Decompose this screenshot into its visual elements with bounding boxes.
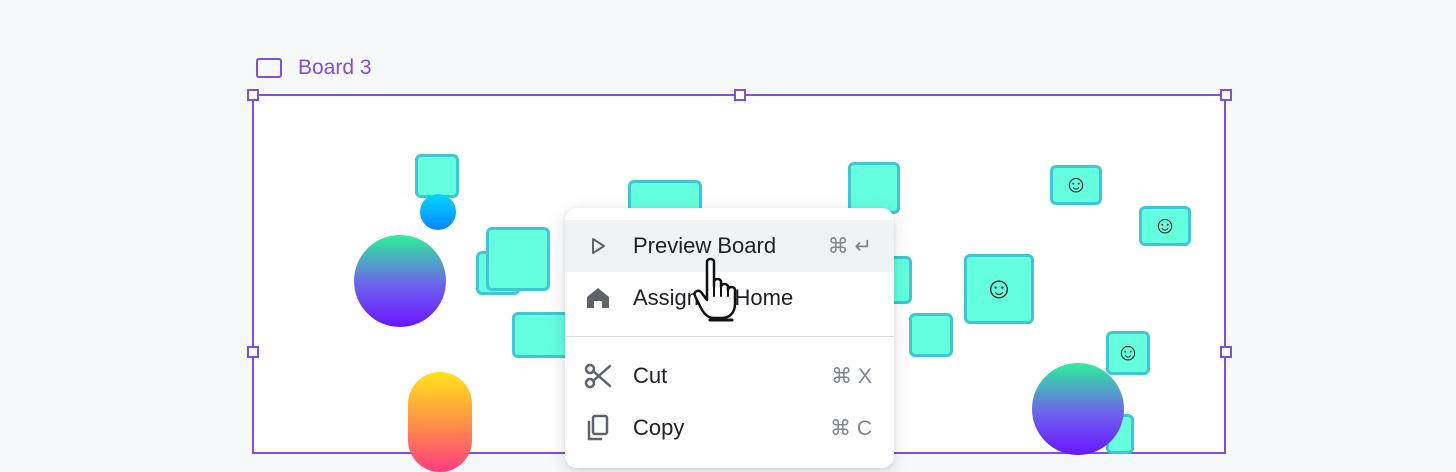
menu-item-label: Cut bbox=[633, 363, 668, 388]
scissors-icon bbox=[583, 361, 613, 391]
hand-pointer-icon bbox=[692, 256, 740, 324]
menu-item-shortcut: ⌘ ↵ bbox=[827, 234, 872, 258]
frame-icon bbox=[256, 58, 282, 78]
board-title[interactable]: Board 3 bbox=[256, 54, 372, 82]
smiley-icon: ☺ bbox=[983, 272, 1015, 305]
gradient-circle[interactable] bbox=[1032, 363, 1124, 455]
menu-divider bbox=[565, 336, 894, 337]
smiley-tile[interactable]: ☺ bbox=[1050, 165, 1102, 205]
home-icon bbox=[583, 283, 613, 313]
play-icon bbox=[583, 231, 613, 261]
canvas-tile[interactable] bbox=[512, 312, 572, 358]
resize-handle-top-left[interactable] bbox=[247, 89, 259, 101]
menu-item-cut[interactable]: Cut ⌘ X bbox=[565, 350, 894, 402]
smiley-tile[interactable]: ☺ bbox=[1106, 331, 1150, 375]
menu-item-shortcut: ⌘ X bbox=[831, 364, 872, 388]
menu-item-label: Copy bbox=[633, 415, 685, 440]
smiley-tile[interactable]: ☺ bbox=[1139, 206, 1191, 246]
canvas-tile[interactable] bbox=[909, 313, 953, 357]
menu-item-shortcut: ⌘ C bbox=[830, 416, 872, 440]
gradient-pill[interactable] bbox=[408, 372, 472, 472]
smiley-tile[interactable]: ☺ bbox=[964, 254, 1034, 324]
canvas-tile[interactable] bbox=[848, 162, 900, 214]
menu-item-copy[interactable]: Copy ⌘ C bbox=[565, 402, 894, 454]
smiley-icon: ☺ bbox=[1115, 339, 1141, 366]
gradient-circle[interactable] bbox=[354, 235, 446, 327]
menu-item-label: Assign as Home bbox=[633, 285, 794, 310]
gradient-circle-small[interactable] bbox=[420, 194, 456, 230]
canvas-tile[interactable] bbox=[415, 154, 459, 198]
resize-handle-left[interactable] bbox=[247, 346, 259, 358]
copy-icon bbox=[583, 413, 613, 443]
smiley-icon: ☺ bbox=[1152, 212, 1178, 239]
smiley-icon: ☺ bbox=[1063, 171, 1089, 198]
resize-handle-top[interactable] bbox=[734, 89, 746, 101]
resize-handle-right[interactable] bbox=[1220, 346, 1232, 358]
canvas-tile[interactable] bbox=[486, 227, 550, 291]
board-title-label: Board 3 bbox=[298, 56, 372, 79]
context-menu: Preview Board ⌘ ↵ Assign as Home Cut ⌘ X… bbox=[565, 208, 894, 468]
resize-handle-top-right[interactable] bbox=[1220, 89, 1232, 101]
